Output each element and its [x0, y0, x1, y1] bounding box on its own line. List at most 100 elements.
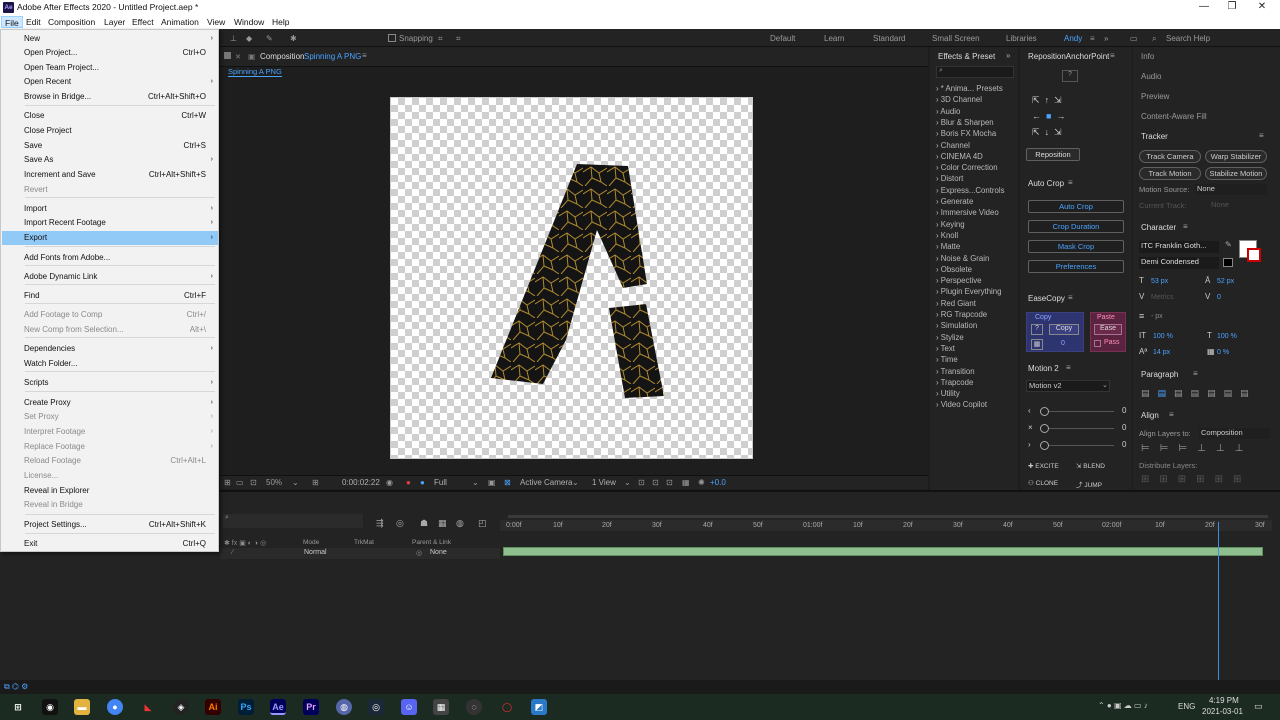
- snapping-checkbox[interactable]: [388, 34, 396, 42]
- menu-item-close-project[interactable]: Close Project: [2, 124, 218, 138]
- ease-button[interactable]: Ease: [1094, 324, 1122, 335]
- list-item[interactable]: › Knoll: [936, 231, 958, 240]
- toggle-mask-icon[interactable]: ⊡: [250, 478, 257, 487]
- timeline-icon[interactable]: ▦: [682, 478, 690, 487]
- jump-button[interactable]: ⤴ JUMP: [1076, 479, 1102, 489]
- current-track-select[interactable]: None: [1211, 200, 1229, 209]
- menu-item-open-recent[interactable]: Open Recent ›: [2, 75, 218, 89]
- menu-item-save[interactable]: Save Ctrl+S: [2, 139, 218, 153]
- close-icon[interactable]: ✕: [1256, 1, 1268, 13]
- graph-editor-icon[interactable]: ◰: [478, 518, 487, 529]
- illustrator-icon[interactable]: Ai: [205, 699, 221, 715]
- menu-item-export[interactable]: Export ›: [2, 231, 218, 245]
- slider-thumb[interactable]: [1040, 407, 1049, 416]
- list-item[interactable]: › Express...Controls: [936, 186, 1004, 195]
- slider-thumb[interactable]: [1040, 424, 1049, 433]
- search-help-input[interactable]: Search Help: [1166, 34, 1210, 43]
- clone-button[interactable]: ⚇ CLONE: [1028, 479, 1058, 487]
- menu-animation[interactable]: Animation: [158, 16, 202, 28]
- premiere-icon[interactable]: Pr: [303, 699, 319, 715]
- shy-layers-icon[interactable]: ☗: [420, 518, 428, 529]
- reposition-button[interactable]: Reposition: [1026, 148, 1080, 161]
- arrow-up-right-icon[interactable]: ⇲: [1054, 95, 1062, 105]
- menu-item-dependencies[interactable]: Dependencies ›: [2, 342, 218, 356]
- current-time-indicator[interactable]: [1218, 522, 1219, 682]
- show-snapshot-icon[interactable]: ●: [420, 478, 425, 487]
- pick-whip-icon[interactable]: ◎: [416, 549, 422, 557]
- list-item[interactable]: › Text: [936, 344, 955, 353]
- arrow-down-icon[interactable]: ↓: [1045, 127, 1050, 137]
- copy-button[interactable]: Copy: [1049, 324, 1079, 335]
- list-item[interactable]: › Channel: [936, 141, 970, 150]
- steam-icon[interactable]: ◎: [368, 699, 384, 715]
- tracker-title[interactable]: Tracker: [1141, 132, 1168, 141]
- list-item[interactable]: › Trapcode: [936, 378, 973, 387]
- anchor-panel-title[interactable]: RepositionAnchorPoint: [1028, 52, 1109, 61]
- workspace-libraries[interactable]: Libraries: [1006, 34, 1037, 43]
- arrow-up-left-icon[interactable]: ⇱: [1032, 95, 1040, 105]
- chrome-icon[interactable]: ●: [107, 699, 123, 715]
- panel-expand-icon[interactable]: »: [1006, 51, 1010, 60]
- language-indicator[interactable]: ENG: [1178, 702, 1195, 711]
- menu-item-close[interactable]: Close Ctrl+W: [2, 109, 218, 123]
- list-item[interactable]: › Boris FX Mocha: [936, 129, 996, 138]
- auto-crop-button[interactable]: Auto Crop: [1028, 200, 1124, 213]
- menu-item-revert[interactable]: Revert: [2, 183, 218, 197]
- after-effects-icon[interactable]: Ae: [270, 699, 286, 715]
- app-icon[interactable]: ◉: [42, 699, 58, 715]
- menu-item-replace-footage[interactable]: Replace Footage ›: [2, 440, 218, 454]
- layer-parent-select[interactable]: None: [430, 549, 447, 556]
- preferences-button[interactable]: Preferences: [1028, 260, 1124, 273]
- slider-track[interactable]: [1044, 428, 1114, 429]
- menu-item-browse-in-bridge[interactable]: Browse in Bridge... Ctrl+Alt+Shift+O: [2, 90, 218, 104]
- distribute-right-icon[interactable]: ⊞: [1233, 474, 1251, 485]
- anchor-center-icon[interactable]: ■: [1046, 111, 1051, 121]
- warp-stabilizer-button[interactable]: Warp Stabilizer: [1205, 150, 1267, 163]
- menu-item-open-team-project[interactable]: Open Team Project...: [2, 61, 218, 75]
- list-item[interactable]: › Distort: [936, 174, 963, 183]
- menu-item-create-proxy[interactable]: Create Proxy ›: [2, 396, 218, 410]
- justify-right-icon[interactable]: ▤: [1224, 388, 1241, 398]
- list-item[interactable]: › Keying: [936, 220, 965, 229]
- region-icon[interactable]: ⊞: [224, 478, 231, 487]
- comp-canvas[interactable]: [390, 97, 753, 459]
- stroke-color-swatch[interactable]: [1247, 248, 1261, 262]
- workspace-small-screen[interactable]: Small Screen: [932, 34, 980, 43]
- menu-item-scripts[interactable]: Scripts ›: [2, 376, 218, 390]
- crop-duration-button[interactable]: Crop Duration: [1028, 220, 1124, 233]
- menu-item-add-footage-to-comp[interactable]: Add Footage to Comp Ctrl+/: [2, 308, 218, 322]
- workspace-menu-icon[interactable]: ≡: [1090, 34, 1095, 43]
- 3d-view-icon[interactable]: ⊡: [652, 478, 659, 487]
- discord-icon[interactable]: ☺: [401, 699, 417, 715]
- distribute-top-icon[interactable]: ⊞: [1141, 474, 1159, 485]
- baseline-shift-value[interactable]: 14 px: [1153, 349, 1170, 356]
- menu-help[interactable]: Help: [269, 16, 292, 28]
- justify-all-icon[interactable]: ▤: [1240, 388, 1257, 398]
- timeline-tracks[interactable]: 0:00f 10f 20f 30f 40f 50f 01:00f 10f 20f 30f 40f 50…: [500, 492, 1280, 694]
- workspace-standard[interactable]: Standard: [873, 34, 905, 43]
- list-item[interactable]: › Time: [936, 355, 958, 364]
- blend-button[interactable]: ⇲ BLEND: [1076, 462, 1105, 470]
- snapshot-icon[interactable]: ◉: [386, 478, 393, 487]
- align-left-icon[interactable]: ▤: [1141, 388, 1158, 398]
- menu-item-watch-folder[interactable]: Watch Folder...: [2, 357, 218, 371]
- draft-3d-icon[interactable]: ⊡: [666, 478, 673, 487]
- align-top-edge-icon[interactable]: ⊥: [1197, 443, 1216, 454]
- notifications-icon[interactable]: ▭: [1254, 701, 1263, 712]
- menu-item-open-project[interactable]: Open Project... Ctrl+O: [2, 46, 218, 60]
- menu-item-license[interactable]: License...: [2, 469, 218, 483]
- align-vcenter-icon[interactable]: ⊥: [1216, 443, 1235, 454]
- menu-window[interactable]: Window: [231, 16, 267, 28]
- puppet-pin-icon[interactable]: ✱: [290, 34, 297, 43]
- view-layout-select[interactable]: 1 View: [592, 478, 616, 487]
- close-tab-icon[interactable]: ✕: [235, 53, 241, 61]
- vertical-scale-value[interactable]: 100 %: [1153, 333, 1173, 340]
- font-style-select[interactable]: Demi Condensed: [1139, 257, 1219, 269]
- menu-item-reveal-in-explorer[interactable]: Reveal in Explorer: [2, 484, 218, 498]
- content-aware-fill-tab[interactable]: Content-Aware Fill: [1141, 112, 1207, 121]
- menu-item-new[interactable]: New ›: [2, 32, 218, 46]
- justify-left-icon[interactable]: ▤: [1191, 388, 1208, 398]
- work-area-bar[interactable]: [508, 515, 1268, 518]
- tsume-value[interactable]: 0 %: [1217, 349, 1229, 356]
- list-item[interactable]: › Blur & Sharpen: [936, 118, 994, 127]
